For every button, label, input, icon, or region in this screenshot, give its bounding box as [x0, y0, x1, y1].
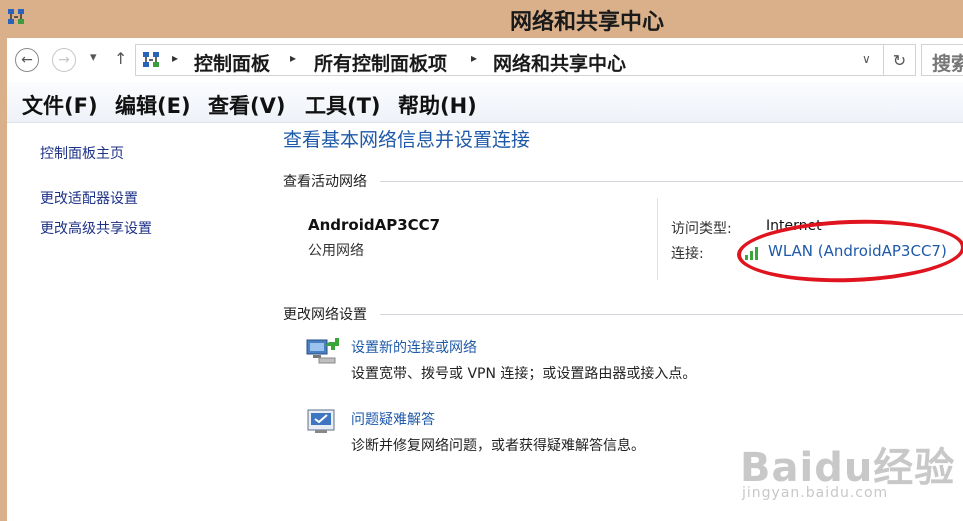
network-name: AndroidAP3CC7 [308, 216, 441, 234]
network-center-icon [8, 9, 24, 24]
control-panel-icon [143, 52, 159, 67]
connection-label: 连接: [671, 246, 704, 262]
search-placeholder: 搜索 [932, 53, 963, 75]
title-bar: 网络和共享中心 [0, 0, 963, 38]
breadcrumb-separator[interactable]: ▸ [471, 51, 477, 65]
address-dropdown-icon[interactable]: ∨ [862, 52, 871, 66]
forward-button[interactable]: → [52, 48, 76, 72]
network-type-link[interactable]: 公用网络 [308, 240, 364, 260]
refresh-icon: ↻ [892, 50, 907, 70]
forward-arrow-icon: → [58, 52, 70, 68]
section-change-settings: 更改网络设置 [283, 307, 367, 323]
task-setup-connection-desc: 设置宽带、拨号或 VPN 连接；或设置路由器或接入点。 [351, 366, 697, 382]
sidebar-item-adapter-settings[interactable]: 更改适配器设置 [40, 188, 138, 208]
watermark-url: jingyan.baidu.com [742, 485, 889, 501]
up-button[interactable]: ↑ [114, 49, 127, 68]
section-divider [380, 181, 963, 182]
sidebar-item-advanced-sharing[interactable]: 更改高级共享设置 [40, 218, 152, 238]
breadcrumb-control-panel[interactable]: 控制面板 [194, 49, 270, 76]
menu-bar: 文件(F) 编辑(E) 查看(V) 工具(T) 帮助(H) [7, 82, 963, 123]
vertical-divider [657, 198, 658, 280]
page-title: 查看基本网络信息并设置连接 [283, 129, 531, 151]
section-divider [380, 314, 963, 315]
menu-tools[interactable]: 工具(T) [305, 90, 381, 120]
back-button[interactable]: ← [15, 48, 39, 72]
window-title: 网络和共享中心 [510, 10, 665, 35]
access-type-label: 访问类型: [671, 221, 732, 237]
new-connection-icon [306, 338, 339, 364]
sidebar-item-control-panel-home[interactable]: 控制面板主页 [40, 143, 124, 163]
menu-edit[interactable]: 编辑(E) [115, 90, 191, 120]
menu-help[interactable]: 帮助(H) [398, 90, 477, 120]
menu-file[interactable]: 文件(F) [22, 90, 98, 120]
address-bar[interactable]: ▸ 控制面板 ▸ 所有控制面板项 ▸ 网络和共享中心 ∨ [135, 44, 884, 76]
breadcrumb-all-items[interactable]: 所有控制面板项 [314, 49, 447, 76]
task-troubleshoot-desc: 诊断并修复网络问题，或者获得疑难解答信息。 [351, 438, 645, 454]
task-setup-connection-link[interactable]: 设置新的连接或网络 [351, 337, 477, 357]
back-arrow-icon: ← [21, 52, 33, 68]
window-frame [0, 38, 7, 521]
breadcrumb-separator[interactable]: ▸ [290, 51, 296, 65]
section-active-networks: 查看活动网络 [283, 174, 367, 190]
refresh-button[interactable]: ↻ [884, 44, 916, 76]
menu-view[interactable]: 查看(V) [208, 90, 285, 120]
task-troubleshoot-link[interactable]: 问题疑难解答 [351, 409, 435, 429]
search-input[interactable]: 搜索 [921, 44, 963, 76]
breadcrumb-separator[interactable]: ▸ [172, 51, 178, 65]
breadcrumb-network-center[interactable]: 网络和共享中心 [493, 49, 626, 76]
recent-locations-dropdown[interactable]: ▾ [90, 50, 97, 65]
troubleshoot-icon [307, 409, 335, 433]
navigation-bar: ← → ▾ ↑ ▸ 控制面板 ▸ 所有控制面板项 ▸ 网络和共享中心 ∨ ↻ 搜… [7, 38, 963, 82]
